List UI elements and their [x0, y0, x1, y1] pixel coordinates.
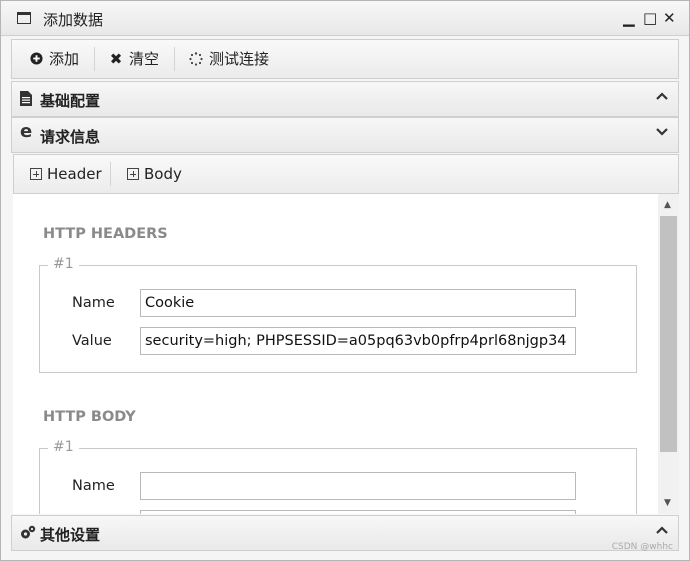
- header-item-legend: #1: [48, 256, 79, 272]
- plus-square-icon: [127, 168, 139, 180]
- http-headers-title: HTTP HEADERS: [43, 226, 168, 242]
- chevron-up-icon: [656, 90, 668, 105]
- clear-label: 清空: [129, 50, 160, 68]
- request-tabs: Header Body: [13, 154, 679, 194]
- file-icon: [20, 91, 32, 109]
- spinner-icon: [188, 40, 204, 78]
- edge-browser-icon: e: [20, 121, 33, 142]
- window-title: 添加数据: [43, 11, 104, 29]
- panel-request-info[interactable]: e 请求信息: [11, 117, 679, 153]
- panel-basic-config[interactable]: 基础配置: [11, 81, 679, 117]
- add-button[interactable]: 添加: [28, 40, 79, 78]
- add-label: 添加: [49, 50, 80, 68]
- tab-header[interactable]: Header: [30, 155, 102, 193]
- header-name-input[interactable]: Cookie: [140, 289, 576, 317]
- tab-header-label: Header: [47, 165, 102, 183]
- chevron-down-icon: [656, 126, 668, 141]
- title-bar[interactable]: 添加数据 ▁ □ ✕: [1, 1, 689, 36]
- http-body-title: HTTP BODY: [43, 409, 136, 425]
- window-icon: [17, 12, 31, 24]
- header-item: #1 Name Cookie Value security=high; PHPS…: [39, 256, 637, 373]
- header-value-label: Value: [72, 333, 112, 349]
- tab-body[interactable]: Body: [127, 155, 182, 193]
- toolbar-divider: [94, 47, 95, 71]
- body-item-legend: #1: [48, 439, 79, 455]
- panel-other-settings-title: 其他设置: [40, 526, 101, 544]
- body-item: #1 Name: [39, 439, 637, 514]
- plus-square-icon: [30, 168, 42, 180]
- test-connection-label: 测试连接: [209, 50, 270, 68]
- vertical-scrollbar[interactable]: ▲ ▼: [658, 194, 679, 514]
- chevron-up-icon: [656, 524, 668, 539]
- scroll-down-arrow-icon[interactable]: ▼: [664, 498, 671, 508]
- toolbar: 添加 ✖ 清空 测试连接: [11, 39, 679, 79]
- clear-button[interactable]: ✖ 清空: [108, 40, 159, 78]
- tab-divider: [110, 162, 111, 186]
- panel-request-info-title: 请求信息: [40, 128, 101, 146]
- toolbar-divider: [174, 47, 175, 71]
- request-content: HTTP HEADERS #1 Name Cookie Value securi…: [13, 194, 658, 514]
- header-name-label: Name: [72, 295, 115, 311]
- gears-icon: [20, 525, 36, 543]
- maximize-button[interactable]: □: [643, 9, 657, 27]
- close-button[interactable]: ✕: [663, 9, 676, 27]
- header-value-input[interactable]: security=high; PHPSESSID=a05pq63vb0pfrp4…: [140, 327, 576, 355]
- add-data-window: 添加数据 ▁ □ ✕ 添加 ✖ 清空 测试连接 基础配置 e 请求信息 Head…: [0, 0, 690, 561]
- tab-body-label: Body: [144, 165, 182, 183]
- minimize-button[interactable]: ▁: [623, 9, 635, 27]
- panel-basic-config-title: 基础配置: [40, 92, 101, 110]
- body-value-input[interactable]: [140, 510, 576, 514]
- plus-circle-icon: [28, 40, 44, 78]
- panel-other-settings[interactable]: 其他设置: [11, 515, 679, 551]
- scrollbar-thumb[interactable]: [660, 216, 677, 452]
- body-name-input[interactable]: [140, 472, 576, 500]
- body-name-label: Name: [72, 478, 115, 494]
- x-icon: ✖: [109, 50, 123, 68]
- scroll-up-arrow-icon[interactable]: ▲: [664, 200, 671, 210]
- watermark: CSDN @whhc: [611, 542, 673, 552]
- test-connection-button[interactable]: 测试连接: [188, 40, 269, 78]
